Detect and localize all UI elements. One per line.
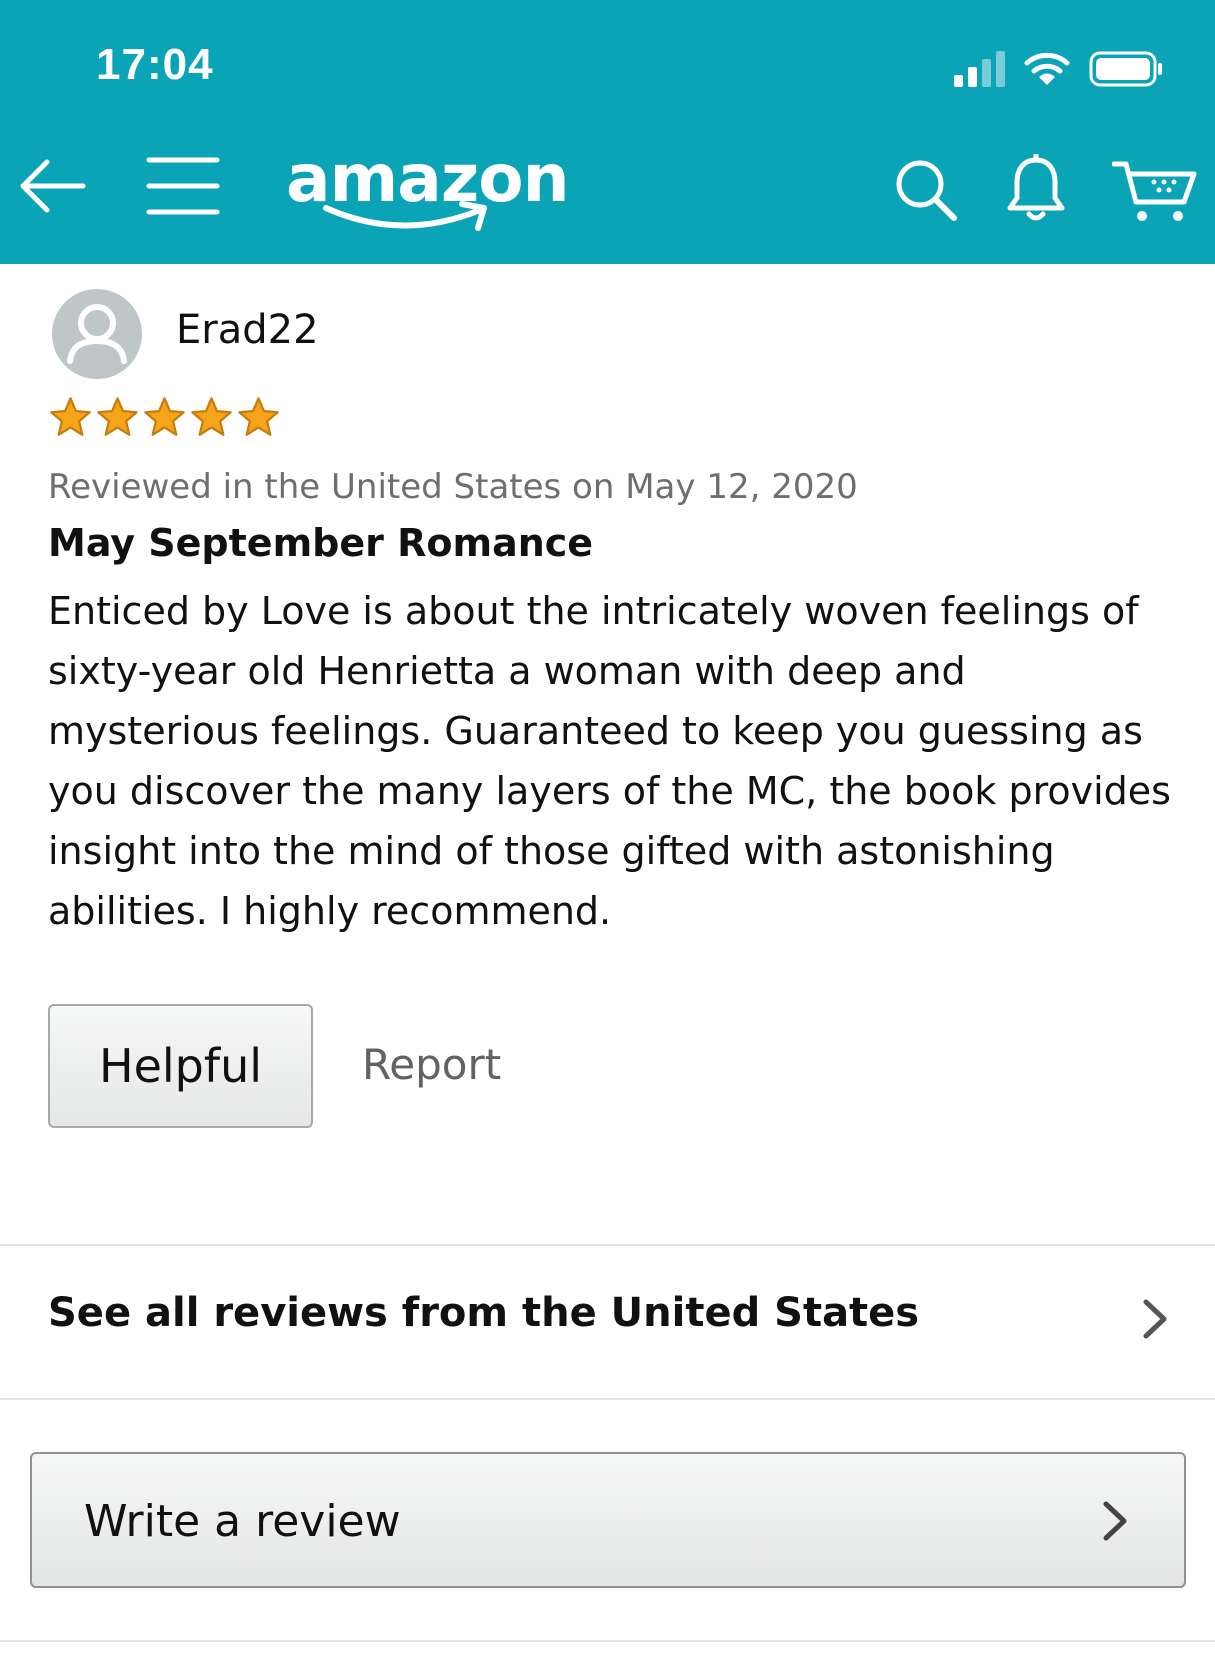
chevron-right-icon [1103,1501,1127,1541]
star-icon [238,397,279,436]
star-icon [191,397,232,436]
divider [0,1640,1215,1642]
menu-icon [146,157,220,215]
star-rating [48,395,281,440]
avatar[interactable] [52,289,142,379]
cellular-signal-icon [954,51,1005,87]
search-button[interactable] [890,154,962,226]
review-body: Enticed by Love is about the intricately… [48,589,1171,933]
amazon-smile-icon [323,201,487,231]
menu-button[interactable] [144,152,222,220]
app-header: 17:04 amazon [0,0,1215,264]
reviewer-name[interactable]: Erad22 [176,307,319,353]
wifi-icon [1024,52,1070,85]
report-link[interactable]: Report [362,1040,501,1089]
amazon-logo[interactable]: amazon [282,140,570,240]
see-all-reviews-row[interactable]: See all reviews from the United States [0,1246,1215,1398]
battery-icon [1089,51,1162,87]
bell-icon [1007,154,1065,221]
cart-button[interactable] [1110,154,1200,228]
see-all-reviews-label: See all reviews from the United States [48,1290,920,1336]
back-arrow-icon [20,159,86,213]
chevron-right-icon [1143,1299,1167,1339]
review-meta: Reviewed in the United States on May 12,… [48,467,858,507]
helpful-button[interactable]: Helpful [48,1004,313,1128]
cart-icon [1112,161,1197,221]
status-icons [954,44,1165,94]
divider [0,1398,1215,1400]
notifications-button[interactable] [1000,152,1072,226]
status-time: 17:04 [96,40,214,89]
write-review-label: Write a review [84,1496,401,1547]
search-icon [896,160,957,221]
navigation-bar: amazon [0,140,1215,250]
star-icon [50,397,91,436]
star-icon [97,397,138,436]
star-icon [144,397,185,436]
write-review-button[interactable]: Write a review [30,1452,1186,1588]
review-title: May September Romance [48,521,594,565]
back-button[interactable] [16,150,88,222]
user-icon [67,304,127,364]
